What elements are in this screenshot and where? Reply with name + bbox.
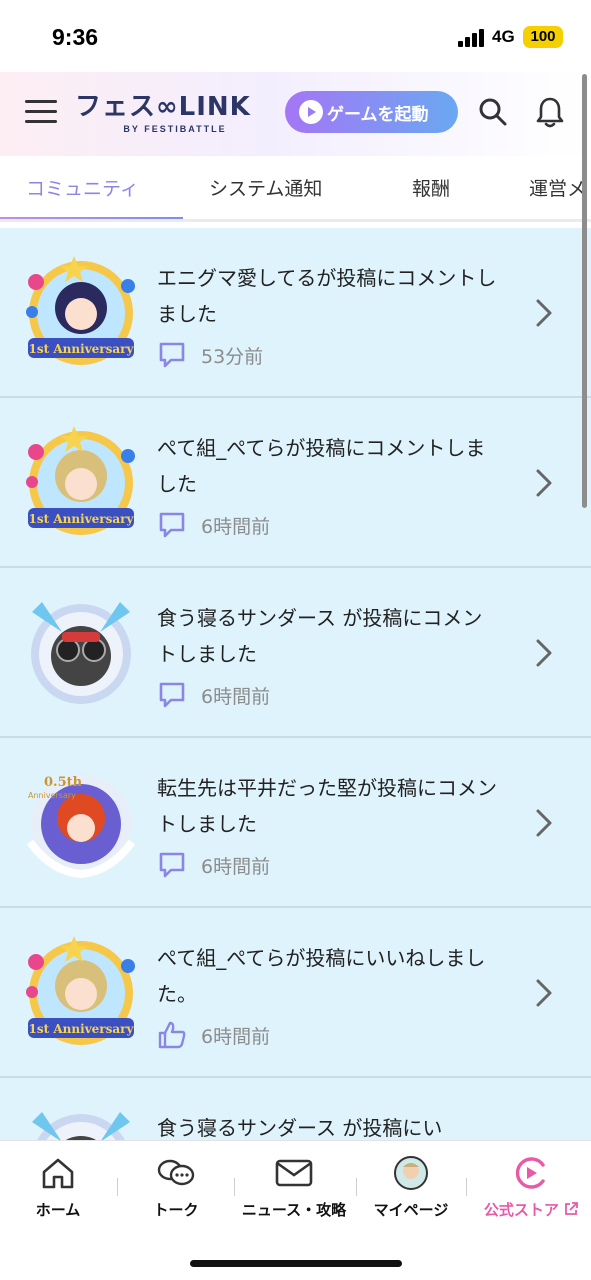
active-tab-indicator xyxy=(0,217,183,219)
notification-list: 1st Anniversary エニグマ愛してるが投稿にコメントしました 53分… xyxy=(0,228,591,1140)
battery-indicator: 100 xyxy=(523,26,563,48)
chevron-right-icon xyxy=(536,639,552,667)
network-label: 4G xyxy=(492,27,515,46)
comment-icon xyxy=(159,342,185,368)
notification-text: 転生先は平井だった堅が投稿にコメントしました xyxy=(157,776,497,836)
notification-time: 6時間前 xyxy=(201,515,271,538)
user-avatar: 0.5th Anniversary xyxy=(26,774,136,879)
user-avatar xyxy=(31,602,131,704)
home-icon xyxy=(42,1158,74,1189)
user-avatar: 1st Anniversary xyxy=(26,256,135,365)
notification-text: ぺて組_ぺてらが投稿にコメントしました xyxy=(157,436,486,496)
svg-text:0.5th: 0.5th xyxy=(44,775,83,790)
hamburger-icon[interactable] xyxy=(25,100,57,126)
nav-divider xyxy=(466,1178,467,1196)
app-logo[interactable]: フェス∞LINK BY FESTIBATTLE xyxy=(75,92,255,144)
tab-system-notice[interactable]: システム通知 xyxy=(209,174,322,201)
status-time: 9:36 xyxy=(52,24,99,50)
nav-store[interactable]: 公式ストア xyxy=(478,1155,584,1225)
list-item[interactable]: 1st Anniversary ぺて組_ぺてらが投稿にいいねしました。 6時間前 xyxy=(0,908,591,1078)
logo-subtext: BY FESTIBATTLE xyxy=(123,124,227,134)
store-icon xyxy=(515,1157,545,1189)
notification-meta: 6時間前 xyxy=(157,509,270,541)
notification-meta: 6時間前 xyxy=(157,849,270,881)
nav-store-text: 公式ストア xyxy=(483,1201,559,1219)
notification-meta: 6時間前 xyxy=(157,679,270,711)
svg-text:1st Anniversary: 1st Anniversary xyxy=(29,1022,135,1036)
notification-time: 6時間前 xyxy=(201,685,271,708)
bell-icon[interactable] xyxy=(536,96,564,128)
notification-time: 6時間前 xyxy=(201,1025,271,1048)
notification-text: エニグマ愛してるが投稿にコメントしました xyxy=(157,266,497,326)
list-item[interactable]: 0.5th Anniversary 転生先は平井だった堅が投稿にコメントしました… xyxy=(0,738,591,908)
thumbs-up-icon xyxy=(158,1021,186,1049)
home-indicator xyxy=(190,1260,402,1267)
notification-meta: 53分前 xyxy=(157,339,263,371)
notification-tabs: コミュニティ システム通知 報酬 運営メ xyxy=(0,156,591,222)
notification-text: 食う寝るサンダース が投稿にコメントしました xyxy=(157,606,483,666)
nav-talk-label: トーク xyxy=(153,1201,199,1219)
avatar-icon xyxy=(394,1156,428,1190)
tab-rewards[interactable]: 報酬 xyxy=(412,174,450,201)
notification-meta: 6時間前 xyxy=(157,1019,270,1051)
scrollbar[interactable] xyxy=(582,74,587,508)
notification-text: 食う寝るサンダース が投稿にい xyxy=(157,1116,443,1140)
notification-text: ぺて組_ぺてらが投稿にいいねしました。 xyxy=(157,946,486,1006)
launch-game-button[interactable]: ゲームを起動 xyxy=(285,91,458,133)
nav-store-label: 公式ストア xyxy=(478,1199,584,1220)
list-item[interactable]: 食う寝るサンダース が投稿にい xyxy=(0,1078,591,1140)
nav-home-label: ホーム xyxy=(35,1201,81,1219)
launch-game-label: ゲームを起動 xyxy=(327,104,429,125)
nav-divider xyxy=(117,1178,118,1196)
search-icon[interactable] xyxy=(478,97,508,127)
logo-text: フェス∞LINK xyxy=(75,92,251,122)
svg-text:1st Anniversary: 1st Anniversary xyxy=(29,342,135,356)
nav-mypage[interactable]: マイページ xyxy=(366,1155,456,1225)
nav-news-label: ニュース・攻略 xyxy=(241,1201,347,1219)
nav-talk[interactable]: トーク xyxy=(138,1155,214,1225)
tab-community[interactable]: コミュニティ xyxy=(26,174,139,201)
nav-news[interactable]: ニュース・攻略 xyxy=(238,1155,350,1225)
chevron-right-icon xyxy=(536,299,552,327)
nav-mypage-label: マイページ xyxy=(373,1201,449,1219)
play-icon xyxy=(299,100,323,124)
signal-icon xyxy=(458,29,484,47)
list-item[interactable]: 食う寝るサンダース が投稿にコメントしました 6時間前 xyxy=(0,568,591,738)
comment-icon xyxy=(159,852,185,878)
svg-text:Anniversary: Anniversary xyxy=(28,791,76,800)
external-link-icon xyxy=(565,1202,579,1215)
comment-icon xyxy=(159,682,185,708)
chat-icon xyxy=(157,1159,195,1186)
chevron-right-icon xyxy=(536,979,552,1007)
notification-time: 53分前 xyxy=(201,345,264,368)
status-bar: 9:36 4G 100 xyxy=(0,0,591,72)
chevron-right-icon xyxy=(536,469,552,497)
user-avatar xyxy=(32,1112,130,1140)
comment-icon xyxy=(159,512,185,538)
nav-divider xyxy=(356,1178,357,1196)
chevron-right-icon xyxy=(536,809,552,837)
bottom-navigation: ホーム トーク ニュース・攻略 マイページ 公式ストア xyxy=(0,1140,591,1280)
nav-divider xyxy=(234,1178,235,1196)
nav-home[interactable]: ホーム xyxy=(22,1155,94,1225)
mail-icon xyxy=(275,1159,313,1187)
list-item[interactable]: 1st Anniversary エニグマ愛してるが投稿にコメントしました 53分… xyxy=(0,228,591,398)
tab-operations[interactable]: 運営メ xyxy=(529,174,586,201)
user-avatar: 1st Anniversary xyxy=(26,936,135,1045)
app-header: フェス∞LINK BY FESTIBATTLE ゲームを起動 xyxy=(0,72,591,156)
svg-text:1st Anniversary: 1st Anniversary xyxy=(29,512,135,526)
list-item[interactable]: 1st Anniversary ぺて組_ぺてらが投稿にコメントしました 6時間前 xyxy=(0,398,591,568)
user-avatar: 1st Anniversary xyxy=(26,426,135,535)
notification-time: 6時間前 xyxy=(201,855,271,878)
